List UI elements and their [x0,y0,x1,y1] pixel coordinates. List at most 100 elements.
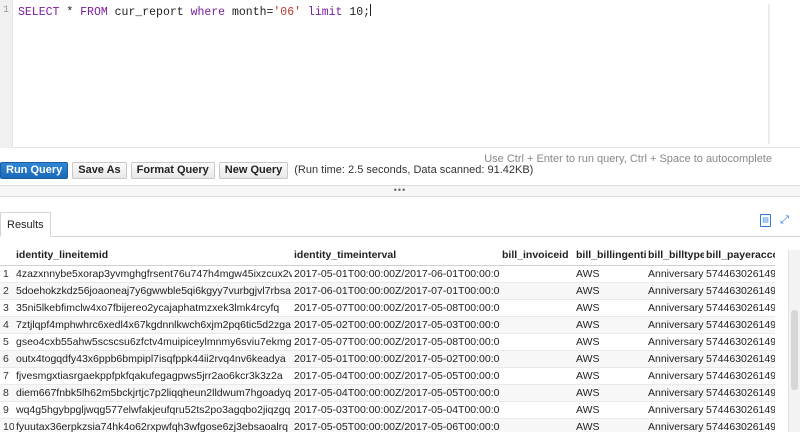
table-cell: 4 [0,316,14,334]
table-cell: 574463026149 [704,418,775,432]
table-cell: 5 [0,333,14,351]
table-cell: AWS [574,282,646,300]
table-cell: wq4g5hgybpgljwqg577elwfakjeufqru52ts2po3… [14,401,292,419]
table-cell: 2017-06-01T00:00:00Z/2017-07-01T00:00:00… [292,282,500,300]
results-table: identity_lineitemid identity_timeinterva… [0,245,775,432]
table-cell: Anniversary [646,282,704,300]
table-row[interactable]: 5 gseo4cxb55ahw5scscsu6zfctv4muipiceylmnm… [0,333,775,351]
text-cursor [370,4,372,16]
table-cell [500,384,574,402]
table-cell: 574463026149 [704,265,775,283]
pane-resize-handle[interactable]: ••• [0,185,800,197]
tab-results[interactable]: Results [0,212,51,237]
expand-icon[interactable]: ⤢ [779,214,790,227]
table-cell: fjvesmgxtiasrgaekppfpkfqakufegagpws5jrr2… [14,367,292,385]
table-cell: 574463026149 [704,316,775,334]
table-cell: fyuutax36erpkzsia74hk4o62rxpwfqh3wfgose6… [14,418,292,432]
table-cell: 7ztjlqpf4mphwhrc6xedl4x67kgdnnlkwch6xjm2… [14,316,292,334]
table-cell: 2017-05-01T00:00:00Z/2017-06-01T00:00:00… [292,265,500,283]
resize-grip-icon: ••• [393,185,407,195]
sql-query-text[interactable]: SELECT * FROM cur_report where month='06… [18,4,372,19]
table-cell: 574463026149 [704,401,775,419]
table-cell: Anniversary [646,384,704,402]
results-scrollbar[interactable] [788,250,800,432]
column-header-invoiceid[interactable]: bill_invoiceid [500,245,574,266]
table-cell [500,367,574,385]
results-actions: ▤ ⤢ [760,214,790,227]
table-cell: gseo4cxb55ahw5scscsu6zfctv4muipiceylmnmy… [14,333,292,351]
table-cell: AWS [574,265,646,283]
table-cell: 2017-05-07T00:00:00Z/2017-05-08T00:00:00… [292,299,500,317]
table-cell: 574463026149 [704,333,775,351]
sql-limit-value: 10; [342,6,371,19]
table-cell: 8 [0,384,14,402]
table-cell: 3 [0,299,14,317]
run-query-button[interactable]: Run Query [0,161,69,179]
table-cell: 35ni5lkebfimclw4xo7fbijereo2ycajaphatmzx… [14,299,292,317]
scrollbar-thumb[interactable] [791,310,798,390]
table-cell: AWS [574,333,646,351]
table-cell [500,299,574,317]
table-cell: AWS [574,350,646,368]
table-row[interactable]: 9 wq4g5hgybpgljwqg577elwfakjeufqru52ts2po… [0,401,775,419]
table-row[interactable]: 8 diem667fnbk5lh62m5bckjrtjc7p2liqqheun2l… [0,384,775,402]
table-row[interactable]: 2 5doehokzkdz56joaoneaj7y6gwwble5qi6kgyy7… [0,282,775,300]
table-cell: Anniversary [646,333,704,351]
table-row[interactable]: 4 7ztjlqpf4mphwhrc6xedl4x67kgdnnlkwch6xjm… [0,316,775,334]
save-as-button[interactable]: Save As [72,161,127,179]
table-cell: 6 [0,350,14,368]
table-cell: 574463026149 [704,384,775,402]
sql-keyword-select: SELECT [18,6,60,19]
header-row: identity_lineitemid identity_timeinterva… [0,245,775,266]
sql-keyword-from: FROM [80,6,108,19]
format-query-button[interactable]: Format Query [130,161,215,179]
table-cell: 2017-05-07T00:00:00Z/2017-05-08T00:00:00… [292,333,500,351]
table-cell: AWS [574,418,646,432]
table-cell: 4zazxnnybe5xorap3yvmghgfrsent76u747h4mgw… [14,265,292,283]
table-cell: Anniversary [646,401,704,419]
table-cell: Anniversary [646,316,704,334]
table-cell: 2 [0,282,14,300]
table-cell [500,401,574,419]
table-cell: 9 [0,401,14,419]
table-row[interactable]: 1 4zazxnnybe5xorap3yvmghgfrsent76u747h4mg… [0,265,775,283]
table-cell [500,350,574,368]
table-cell: Anniversary [646,350,704,368]
results-table-container: identity_lineitemid identity_timeinterva… [0,245,775,432]
table-cell: AWS [574,384,646,402]
download-icon[interactable]: ▤ [760,214,771,227]
table-cell: 7 [0,367,14,385]
table-cell: Anniversary [646,418,704,432]
table-cell: outx4togqdfy43x6ppb6bmpipl7isqfppk44ii2r… [14,350,292,368]
column-header-index [0,245,14,266]
column-header-timeinterval[interactable]: identity_timeinterval [292,245,500,266]
table-cell: 2017-05-04T00:00:00Z/2017-05-05T00:00:00… [292,367,500,385]
table-cell: Anniversary [646,265,704,283]
editor-gutter: 1 [0,0,13,148]
table-row[interactable]: 6 outx4togqdfy43x6ppb6bmpipl7isqfppk44ii2… [0,350,775,368]
column-header-billingentity[interactable]: bill_billingentity [574,245,646,266]
table-cell: 10 [0,418,14,432]
table-cell [500,333,574,351]
sql-condition: month= [225,6,274,19]
table-cell: 574463026149 [704,282,775,300]
table-cell: 1 [0,265,14,283]
column-header-payeraccount[interactable]: bill_payeraccoun [704,245,775,266]
table-cell: 2017-05-04T00:00:00Z/2017-05-05T00:00:00… [292,384,500,402]
table-row[interactable]: 3 35ni5lkebfimclw4xo7fbijereo2ycajaphatmz… [0,299,775,317]
sql-editor[interactable]: 1 SELECT * FROM cur_report where month='… [0,0,800,148]
sql-keyword-limit: limit [301,6,343,19]
sql-keyword-where: where [190,6,226,19]
sql-star: * [59,6,81,19]
table-cell: 2017-05-03T00:00:00Z/2017-05-04T00:00:00… [292,401,500,419]
column-header-lineitemid[interactable]: identity_lineitemid [14,245,292,266]
table-cell: 2017-05-02T00:00:00Z/2017-05-03T00:00:00… [292,316,500,334]
editor-scrollbar[interactable] [768,4,770,144]
table-cell: 5doehokzkdz56joaoneaj7y6gwwble5qi6kgyy7v… [14,282,292,300]
table-cell: 574463026149 [704,299,775,317]
column-header-billtype[interactable]: bill_billtype [646,245,704,266]
table-cell [500,316,574,334]
new-query-button[interactable]: New Query [218,161,289,179]
table-row[interactable]: 10 fyuutax36erpkzsia74hk4o62rxpwfqh3wfgos… [0,418,775,432]
table-row[interactable]: 7 fjvesmgxtiasrgaekppfpkfqakufegagpws5jrr… [0,367,775,385]
